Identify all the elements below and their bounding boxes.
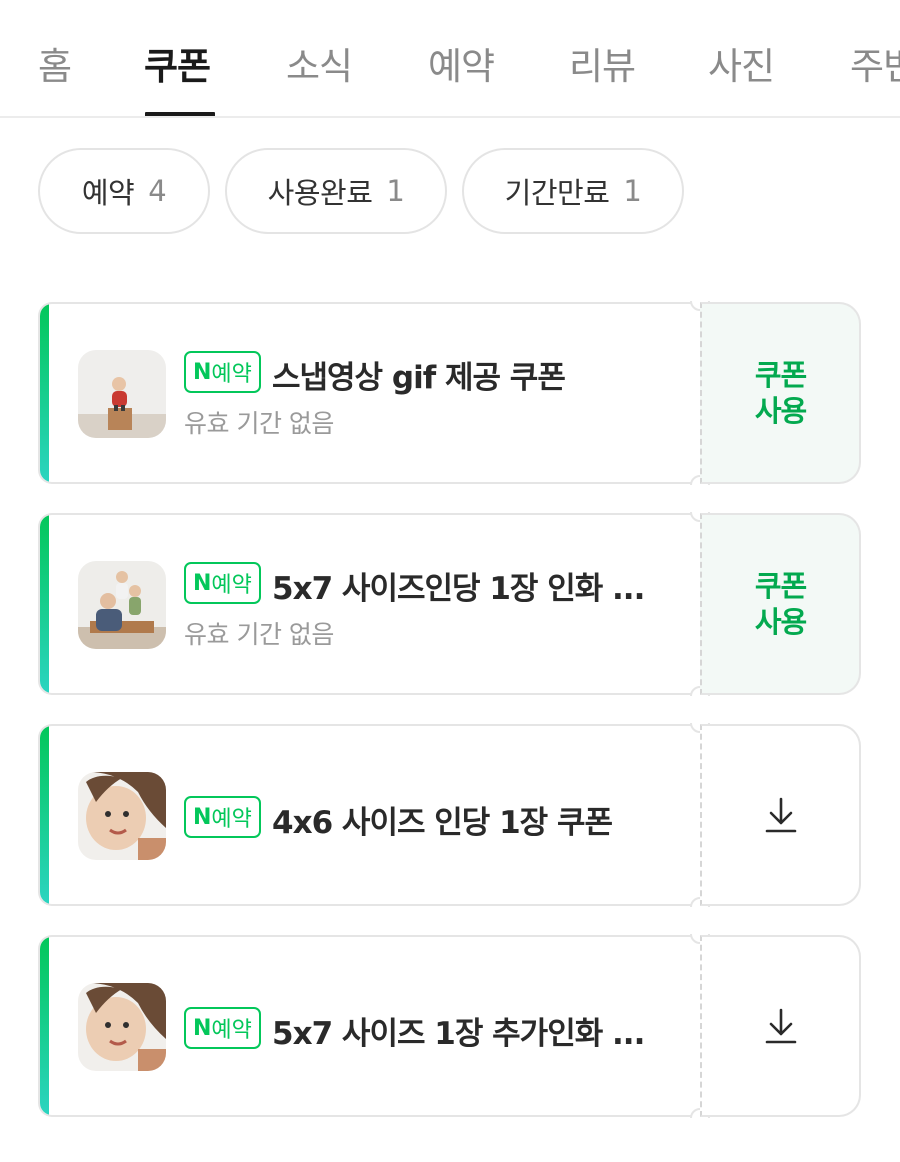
download-icon (765, 1008, 796, 1044)
tab-coupon[interactable]: 쿠폰 (144, 36, 211, 90)
use-coupon-label: 쿠폰 사용 (754, 358, 807, 428)
coupon-body: N 예약 5x7 사이즈인당 1장 인화 ... 유효 기간 없음 (38, 513, 700, 695)
coupon-thumbnail (78, 772, 166, 860)
tab-news[interactable]: 소식 (286, 36, 353, 90)
coupon-accent-bar (40, 515, 49, 693)
coupon-thumbnail (78, 561, 166, 649)
coupon-title: 5x7 사이즈 1장 추가인화 ... (272, 1016, 645, 1052)
download-coupon-button[interactable] (700, 724, 861, 906)
filter-chip-label: 기간만료 (504, 176, 610, 210)
coupon-accent-bar (40, 726, 49, 904)
naver-reservation-badge: N 예약 (184, 1007, 261, 1049)
coupon-validity: 유효 기간 없음 (184, 409, 334, 438)
coupon-title: 4x6 사이즈 인당 1장 쿠폰 (272, 805, 613, 841)
tab-bar: 홈 쿠폰 소식 예약 리뷰 사진 주변 (0, 0, 900, 118)
tab-review[interactable]: 리뷰 (569, 36, 636, 90)
coupon-thumbnail (78, 983, 166, 1071)
coupon-accent-bar (40, 937, 49, 1115)
coupon-thumbnail (78, 350, 166, 438)
use-coupon-label: 쿠폰 사용 (754, 569, 807, 639)
tab-nearby[interactable]: 주변 (850, 36, 900, 90)
download-coupon-button[interactable] (700, 935, 861, 1117)
coupon-body: N 예약 스냅영상 gif 제공 쿠폰 유효 기간 없음 (38, 302, 700, 484)
coupon-title: 5x7 사이즈인당 1장 인화 ... (272, 571, 645, 607)
coupon-card[interactable]: N 예약 4x6 사이즈 인당 1장 쿠폰 (38, 723, 861, 907)
tab-home[interactable]: 홈 (38, 36, 72, 90)
download-icon (765, 797, 796, 833)
naver-reservation-badge: N 예약 (184, 562, 261, 604)
coupon-body: N 예약 5x7 사이즈 1장 추가인화 ... (38, 935, 700, 1117)
coupon-card[interactable]: N 예약 5x7 사이즈 1장 추가인화 ... (38, 934, 861, 1118)
coupon-validity: 유효 기간 없음 (184, 620, 334, 649)
filter-chip-reservation[interactable]: 예약 4 (38, 148, 210, 234)
tab-photo[interactable]: 사진 (708, 36, 775, 90)
tab-reservation[interactable]: 예약 (428, 36, 495, 90)
coupon-card[interactable]: N 예약 스냅영상 gif 제공 쿠폰 유효 기간 없음 쿠폰 사용 (38, 301, 861, 485)
filter-chip-label: 사용완료 (267, 176, 373, 210)
coupon-card[interactable]: N 예약 5x7 사이즈인당 1장 인화 ... 유효 기간 없음 쿠폰 사용 (38, 512, 861, 696)
filter-chip-count: 1 (386, 174, 405, 208)
use-coupon-button[interactable]: 쿠폰 사용 (700, 513, 861, 695)
filter-chip-count: 1 (623, 174, 642, 208)
filter-chip-used[interactable]: 사용완료 1 (225, 148, 447, 234)
active-tab-indicator (145, 112, 215, 116)
use-coupon-button[interactable]: 쿠폰 사용 (700, 302, 861, 484)
filter-chip-expired[interactable]: 기간만료 1 (462, 148, 684, 234)
coupon-body: N 예약 4x6 사이즈 인당 1장 쿠폰 (38, 724, 700, 906)
coupon-accent-bar (40, 304, 49, 482)
filter-chip-label: 예약 (81, 176, 135, 210)
filter-chip-count: 4 (148, 174, 167, 208)
coupon-title: 스냅영상 gif 제공 쿠폰 (272, 360, 566, 396)
naver-reservation-badge: N 예약 (184, 351, 261, 393)
naver-reservation-badge: N 예약 (184, 796, 261, 838)
